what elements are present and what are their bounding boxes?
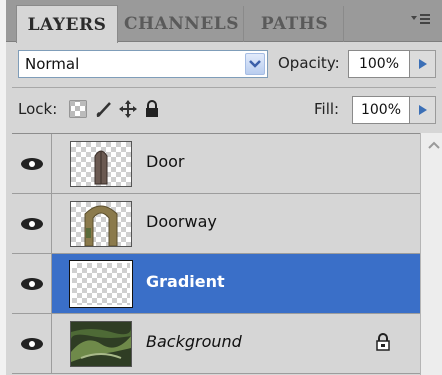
doorway-thumbnail-image (84, 205, 118, 247)
layer-name[interactable]: Background (146, 332, 242, 351)
blend-mode-value: Normal (25, 55, 80, 73)
opacity-input[interactable]: 100% (348, 50, 410, 78)
lock-icon (375, 333, 393, 351)
eye-icon (20, 157, 43, 170)
layer-row-selected[interactable]: Gradient (12, 254, 420, 314)
visibility-toggle[interactable] (12, 134, 52, 193)
layer-name[interactable]: Door (146, 152, 184, 171)
background-thumbnail-image (71, 322, 131, 366)
layer-row[interactable]: Background (12, 314, 420, 374)
layers-list: Door Doorway Gradient Background (12, 133, 420, 375)
fill-label: Fill: (314, 100, 340, 118)
fill-input[interactable]: 100% (352, 96, 410, 124)
layer-name[interactable]: Doorway (146, 212, 217, 231)
blend-mode-select[interactable]: Normal (18, 50, 268, 78)
opacity-slider-button[interactable] (410, 50, 436, 78)
layers-panel: LAYERS CHANNELS PATHS Normal Opacity: 10… (0, 0, 442, 375)
lock-image-pixels-icon[interactable] (94, 99, 114, 119)
chevron-down-icon[interactable] (245, 53, 265, 75)
triangle-right-icon (418, 105, 427, 115)
chevron-up-icon[interactable] (425, 137, 442, 153)
opacity-label: Opacity: (278, 54, 340, 72)
tab-layers[interactable]: LAYERS (16, 5, 118, 43)
lock-position-icon[interactable] (118, 99, 138, 119)
layer-row[interactable]: Doorway (12, 194, 420, 254)
panel-tab-bar: LAYERS CHANNELS PATHS (6, 0, 442, 43)
eye-icon (20, 217, 43, 230)
lock-transparent-pixels-icon[interactable] (68, 99, 88, 119)
layer-thumbnail[interactable] (70, 141, 132, 187)
lock-label: Lock: (18, 100, 58, 118)
layer-thumbnail[interactable] (69, 260, 133, 308)
visibility-toggle[interactable] (12, 194, 52, 253)
visibility-toggle[interactable] (12, 314, 52, 373)
tab-channels[interactable]: CHANNELS (120, 6, 244, 42)
layer-thumbnail[interactable] (70, 201, 132, 247)
fill-slider-button[interactable] (410, 96, 436, 124)
layer-row[interactable]: Door (12, 134, 420, 194)
visibility-toggle[interactable] (12, 254, 52, 313)
door-thumbnail-image (94, 150, 108, 185)
panel-menu-icon[interactable] (410, 10, 432, 28)
layer-name[interactable]: Gradient (146, 272, 225, 291)
divider (12, 87, 436, 88)
eye-icon (20, 277, 43, 290)
layer-thumbnail[interactable] (70, 321, 132, 367)
triangle-right-icon (418, 59, 427, 69)
lock-all-icon[interactable] (142, 99, 162, 119)
layers-scrollbar[interactable] (420, 133, 442, 375)
eye-icon (20, 337, 43, 350)
tab-paths[interactable]: PATHS (246, 6, 344, 42)
